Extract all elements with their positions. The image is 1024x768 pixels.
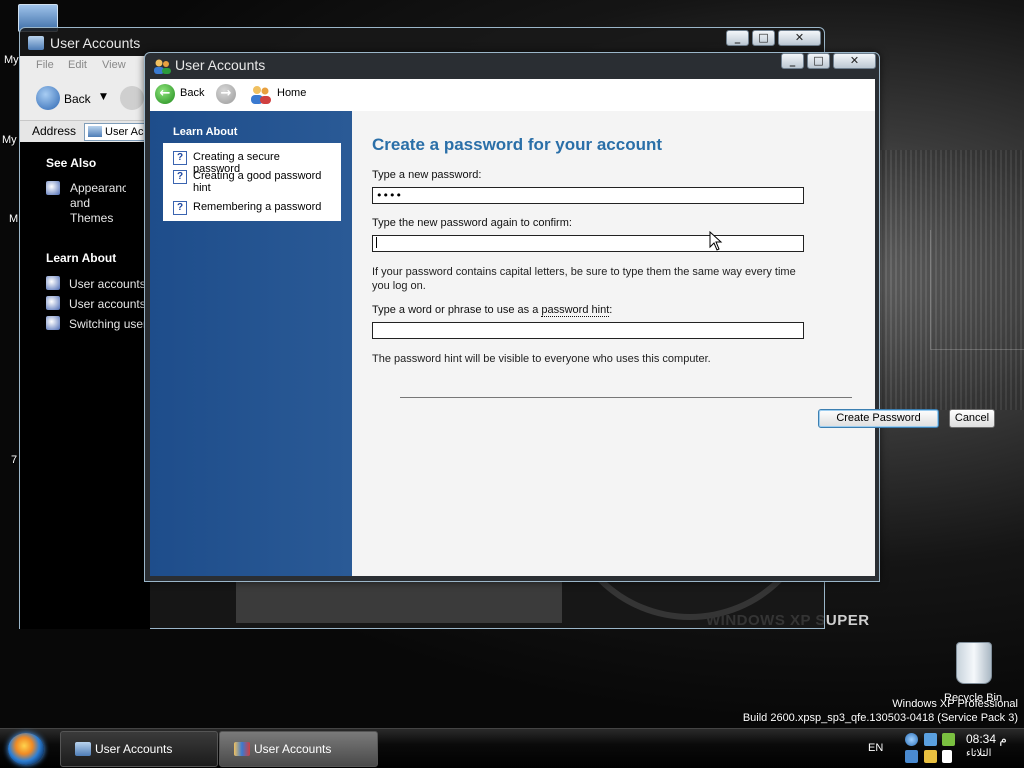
back-window-controls: _ □ ✕ [726,30,821,46]
learn-about-heading: Learn About [46,251,117,265]
taskbar-button-user-accounts-active[interactable]: User Accounts [219,731,378,767]
home-users-icon[interactable] [250,84,272,104]
user-accounts-window[interactable]: User Accounts _ □ ✕ ← Back → Home Learn … [144,52,995,582]
help-icon: ? [173,201,187,215]
capital-letters-note: If your password contains capital letter… [372,266,796,292]
minimize-button[interactable]: _ [726,30,749,46]
taskbar: User Accounts User Accounts EN 08:34 م ا… [0,728,1024,768]
start-button[interactable] [8,733,44,765]
text-caret [376,237,377,248]
password-hint-input[interactable] [372,322,804,339]
recycle-bin-icon[interactable] [956,642,992,684]
new-password-label: Type a new password: [372,169,482,181]
window-controls: _ □ ✕ [781,53,876,69]
see-also-heading: See Also [46,156,97,170]
page-title: Create a password for your account [372,135,663,154]
address-page-icon [88,126,102,137]
forward-arrow-icon[interactable]: → [216,84,236,104]
address-label: Address [32,124,77,138]
maximize-button[interactable]: □ [807,53,830,69]
address-bar: Address User Accou [20,120,150,142]
back-arrow-icon[interactable] [36,86,60,110]
appearance-icon [46,181,60,195]
learn-about-item[interactable]: User accounts [46,296,150,311]
window-title: User Accounts [175,57,266,73]
toolbar: ← Back → Home [150,79,875,111]
desktop-icon-label[interactable]: My [4,54,19,66]
info-icon [46,296,60,310]
help-icon: ? [173,170,187,184]
menu-view[interactable]: View [102,59,126,71]
help-icon: ? [173,151,187,165]
new-password-value: •••• [376,189,402,202]
security-icon[interactable] [924,750,937,763]
back-button-label[interactable]: Back [64,92,91,106]
learn-about-heading: Learn About [173,126,238,138]
tray-app-icon[interactable] [924,733,937,746]
back-window-sidebar: See Also Appearance and Themes Learn Abo… [20,142,150,629]
confirm-password-input[interactable] [372,235,804,252]
flag-icon[interactable] [942,750,952,763]
forward-arrow-icon[interactable] [120,86,144,110]
learn-about-item[interactable]: ? Remembering a password [173,201,325,215]
learn-about-item[interactable]: ? Creating a secure password [173,151,325,175]
user-accounts-icon [28,36,44,50]
tray-app-icon[interactable] [905,750,918,763]
wallpaper-grid [930,230,1024,350]
back-button-label[interactable]: Back [180,87,204,99]
menu-file[interactable]: File [36,59,54,71]
back-window-toolbar: Back ▼ [20,76,150,120]
menu-edit[interactable]: Edit [68,59,87,71]
users-icon [234,742,250,756]
os-watermark-line1: Windows XP Professional [892,698,1018,710]
taskbar-button-user-accounts[interactable]: User Accounts [60,731,218,767]
back-window-title: User Accounts [50,35,141,51]
back-arrow-icon[interactable]: ← [155,84,175,104]
task-pane: Learn About ? Creating a secure password… [150,111,352,576]
password-hint-label: Type a word or phrase to use as a passwo… [372,304,613,317]
see-also-item[interactable]: Appearance and Themes [46,181,126,226]
hint-visibility-note: The password hint will be visible to eve… [372,353,711,365]
minimize-button[interactable]: _ [781,53,804,69]
home-button-label[interactable]: Home [277,87,306,99]
password-hint-link[interactable]: password hint [541,304,610,317]
new-password-input[interactable]: •••• [372,187,804,204]
cancel-button[interactable]: Cancel [949,409,995,428]
language-indicator[interactable]: EN [868,742,883,754]
learn-about-item[interactable]: User accounts [46,276,150,291]
user-accounts-icon [75,742,91,756]
info-icon [46,276,60,290]
maximize-button[interactable]: □ [752,30,775,46]
close-button[interactable]: ✕ [778,30,821,46]
users-icon [154,59,171,74]
main-content: Create a password for your account Type … [352,111,995,576]
learn-about-item[interactable]: Switching users [46,316,150,331]
chevron-down-icon[interactable]: ▼ [100,92,107,102]
clock[interactable]: 08:34 م الثلاثاء [966,732,1007,759]
info-icon [46,316,60,330]
close-button[interactable]: ✕ [833,53,876,69]
create-password-button[interactable]: Create Password [818,409,939,428]
network-icon[interactable] [905,733,918,746]
tray-app-icon[interactable] [942,733,955,746]
menu-bar: File Edit View [20,56,150,76]
os-watermark-line2: Build 2600.xpsp_sp3_qfe.130503-0418 (Ser… [742,712,1018,724]
divider [400,397,852,398]
desktop-icon-label[interactable]: M [9,213,18,225]
learn-about-item[interactable]: ? Creating a good password hint [173,170,325,196]
mouse-cursor-icon [709,231,723,251]
learn-about-list: ? Creating a secure password ? Creating … [163,143,341,221]
address-input[interactable]: User Accou [84,123,150,141]
confirm-password-label: Type the new password again to confirm: [372,217,572,229]
